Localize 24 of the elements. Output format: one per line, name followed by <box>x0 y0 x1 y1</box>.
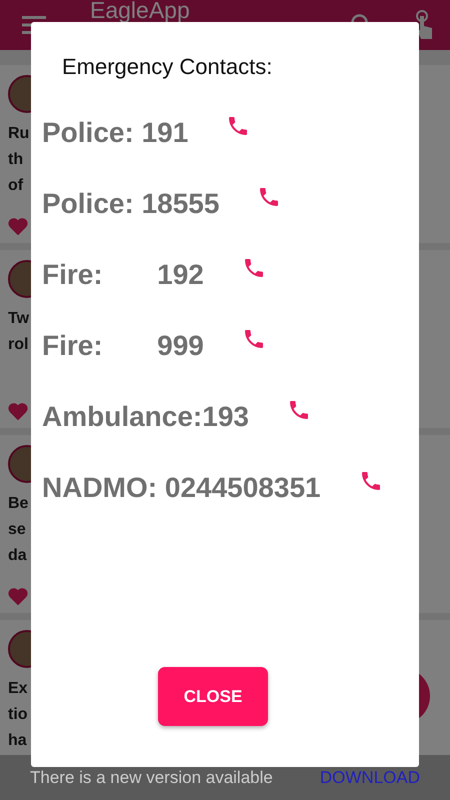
headline-fragment: da <box>8 546 27 566</box>
heart-icon[interactable] <box>8 402 28 420</box>
headline-fragment: Ex <box>8 679 28 699</box>
headline-fragment: tio <box>8 705 28 725</box>
headline-fragment: ha <box>8 731 27 751</box>
headline-fragment: th <box>8 150 24 170</box>
dialog-title: Emergency Contacts: <box>62 53 274 81</box>
app-title: EagleApp <box>90 0 190 21</box>
headline-fragment: Be <box>8 494 28 514</box>
close-button[interactable]: CLOSE <box>158 667 268 726</box>
headline-fragment: Ru <box>8 124 30 144</box>
headline-fragment: Tw <box>8 309 30 329</box>
headline-fragment: of <box>8 176 24 196</box>
contact-number: Ambulance:193 <box>42 400 249 434</box>
heart-icon[interactable] <box>8 217 28 235</box>
headline-fragment: rol <box>8 335 28 355</box>
contact-number: Fire: 192 <box>42 258 204 292</box>
contact-number: NADMO: 0244508351 <box>42 470 321 504</box>
headline-fragment: se <box>8 520 26 540</box>
contact-number: Police: 191 <box>42 116 188 150</box>
contact-number: Fire: 999 <box>42 328 204 362</box>
heart-icon[interactable] <box>8 587 28 605</box>
update-message: There is a new version available <box>30 766 273 789</box>
contact-number: Police: 18555 <box>42 186 220 220</box>
